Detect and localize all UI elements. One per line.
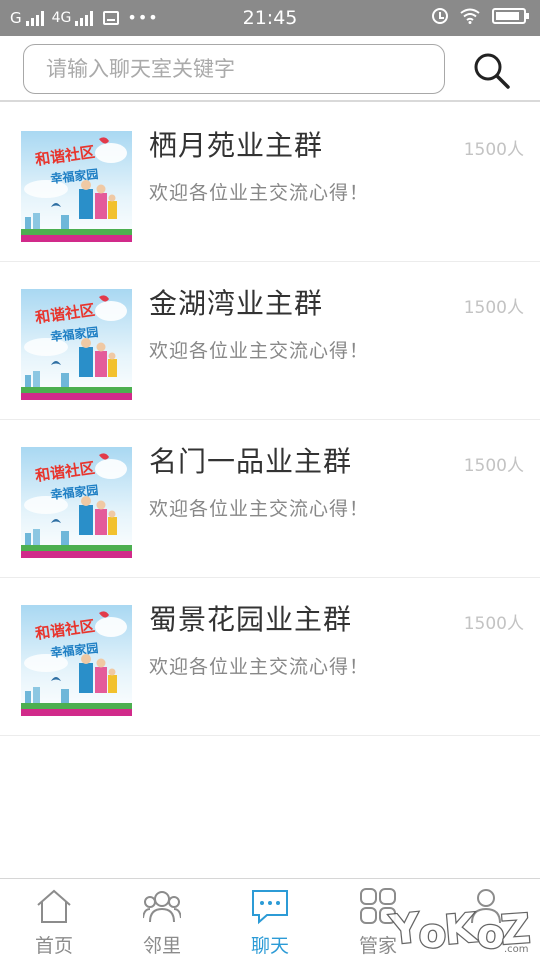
tab-chat[interactable]: 聊天	[216, 879, 324, 960]
tab-neighbors[interactable]: 邻里	[108, 879, 216, 960]
group-description: 欢迎各位业主交流心得！	[149, 656, 370, 678]
home-icon	[37, 889, 71, 923]
group-description: 欢迎各位业主交流心得！	[149, 498, 370, 520]
chat-room-item[interactable]: 和谐社区 幸福家园 蜀景花园业主群 欢迎各位业主交流心得！ 1500人	[0, 578, 540, 736]
chat-room-item[interactable]: 和谐社区 幸福家园 名门一品业主群 欢迎各位业主交流心得！ 1500人	[0, 420, 540, 578]
chat-icon	[252, 890, 288, 925]
chat-room-list: 和谐社区 幸福家园 栖月苑业主群 欢迎各位业主交流心得！ 1500人 和谐社区 …	[0, 104, 540, 736]
alarm-icon	[432, 8, 448, 24]
group-name: 蜀景花园业主群	[149, 603, 353, 636]
member-count: 1500人	[463, 298, 524, 318]
tab-home[interactable]: 首页	[0, 879, 108, 960]
site-watermark-logo: Y o K o Z .com	[386, 904, 533, 956]
svg-text:.com: .com	[504, 944, 529, 955]
search-input[interactable]	[23, 44, 445, 94]
group-description: 欢迎各位业主交流心得！	[149, 340, 370, 362]
group-thumbnail: 和谐社区 幸福家园	[21, 447, 132, 558]
tab-label: 首页	[34, 935, 73, 957]
group-thumbnail: 和谐社区 幸福家园	[21, 289, 132, 400]
search-header	[0, 36, 540, 102]
group-thumbnail: 和谐社区 幸福家园	[21, 605, 132, 716]
status-right	[432, 8, 529, 24]
battery-icon	[492, 8, 529, 24]
wifi-icon	[460, 8, 480, 24]
chat-room-item[interactable]: 和谐社区 幸福家园 金湖湾业主群 欢迎各位业主交流心得！ 1500人	[0, 262, 540, 420]
tab-label: 邻里	[142, 935, 181, 957]
battery-fill	[496, 12, 519, 20]
neighbors-icon	[143, 891, 181, 923]
member-count: 1500人	[463, 614, 524, 634]
search-icon[interactable]	[470, 50, 514, 90]
group-name: 栖月苑业主群	[149, 129, 324, 162]
group-name: 名门一品业主群	[149, 445, 353, 478]
member-count: 1500人	[463, 140, 524, 160]
tab-label: 聊天	[250, 935, 289, 957]
group-thumbnail: 和谐社区 幸福家园	[21, 131, 132, 242]
member-count: 1500人	[463, 456, 524, 476]
status-bar: G 4G ••• 21:45	[0, 0, 540, 36]
group-description: 欢迎各位业主交流心得！	[149, 182, 370, 204]
chat-room-item[interactable]: 和谐社区 幸福家园 栖月苑业主群 欢迎各位业主交流心得！ 1500人	[0, 104, 540, 262]
svg-text:K: K	[443, 905, 480, 954]
group-name: 金湖湾业主群	[149, 287, 324, 320]
